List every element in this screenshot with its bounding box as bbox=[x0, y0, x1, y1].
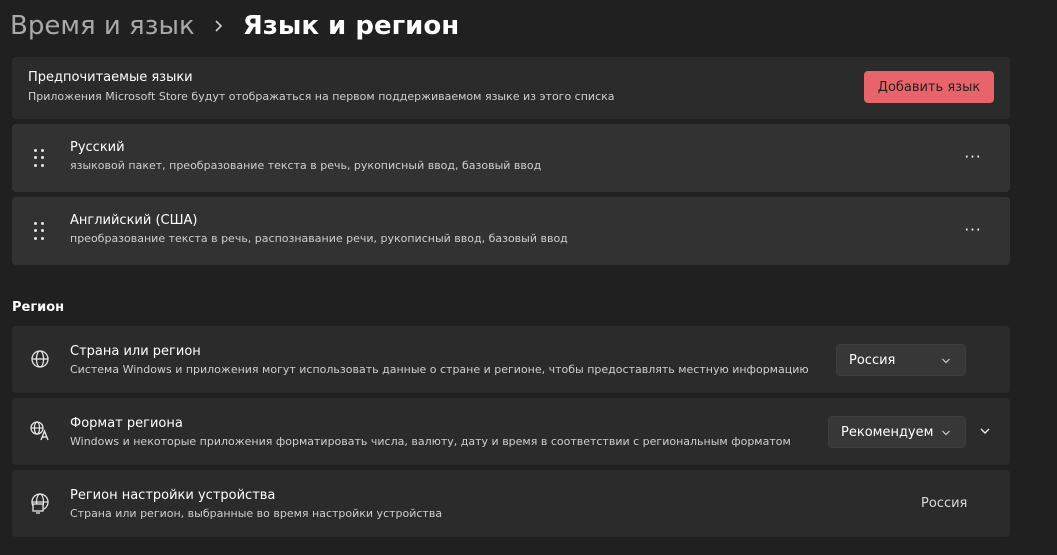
more-options-icon[interactable]: ··· bbox=[962, 219, 984, 241]
regional-format-value: Рекомендуем bbox=[841, 424, 934, 440]
regional-format-card[interactable]: Формат региона Windows и некоторые прило… bbox=[12, 398, 1010, 465]
language-name: Русский bbox=[70, 140, 125, 155]
language-format-icon bbox=[29, 420, 51, 442]
more-options-icon[interactable]: ··· bbox=[962, 146, 984, 168]
language-features: языковой пакет, преобразование текста в … bbox=[70, 159, 542, 172]
country-region-dropdown[interactable]: Россия bbox=[836, 344, 966, 376]
language-name: Английский (США) bbox=[70, 213, 198, 228]
country-region-value: Россия bbox=[849, 352, 896, 368]
language-features: преобразование текста в речь, распознава… bbox=[70, 232, 568, 245]
regional-format-subtitle: Windows и некоторые приложения форматиро… bbox=[70, 435, 791, 448]
expand-chevron-icon[interactable] bbox=[974, 420, 996, 442]
chevron-down-icon bbox=[941, 427, 951, 437]
language-item-english-us[interactable]: Английский (США) преобразование текста в… bbox=[12, 197, 1010, 265]
drag-handle-icon[interactable] bbox=[34, 222, 46, 240]
drag-handle-icon[interactable] bbox=[34, 149, 46, 167]
country-region-subtitle: Система Windows и приложения могут испол… bbox=[70, 363, 809, 376]
regional-format-title: Формат региона bbox=[70, 416, 183, 431]
globe-icon bbox=[29, 348, 51, 370]
setup-region-card: Регион настройки устройства Страна или р… bbox=[12, 470, 1010, 537]
page-title: Язык и регион bbox=[242, 11, 460, 41]
country-region-card: Страна или регион Система Windows и прил… bbox=[12, 326, 1010, 393]
setup-region-value: Россия bbox=[921, 496, 968, 511]
add-language-button[interactable]: Добавить язык bbox=[864, 71, 994, 103]
setup-region-title: Регион настройки устройства bbox=[70, 488, 276, 503]
preferred-languages-subtitle: Приложения Microsoft Store будут отображ… bbox=[28, 90, 615, 103]
country-region-title: Страна или регион bbox=[70, 344, 201, 359]
breadcrumb-parent[interactable]: Время и язык bbox=[10, 11, 195, 41]
region-section-label: Регион bbox=[12, 300, 65, 315]
chevron-right-icon bbox=[207, 15, 229, 37]
breadcrumb: Время и язык Язык и регион bbox=[10, 6, 459, 46]
preferred-languages-title: Предпочитаемые языки bbox=[28, 70, 193, 85]
chevron-down-icon bbox=[941, 355, 951, 365]
globe-pc-icon bbox=[29, 492, 51, 514]
setup-region-subtitle: Страна или регион, выбранные во время на… bbox=[70, 507, 443, 520]
preferred-languages-card: Предпочитаемые языки Приложения Microsof… bbox=[12, 57, 1010, 119]
language-item-russian[interactable]: Русский языковой пакет, преобразование т… bbox=[12, 124, 1010, 192]
regional-format-dropdown[interactable]: Рекомендуем bbox=[828, 416, 966, 448]
